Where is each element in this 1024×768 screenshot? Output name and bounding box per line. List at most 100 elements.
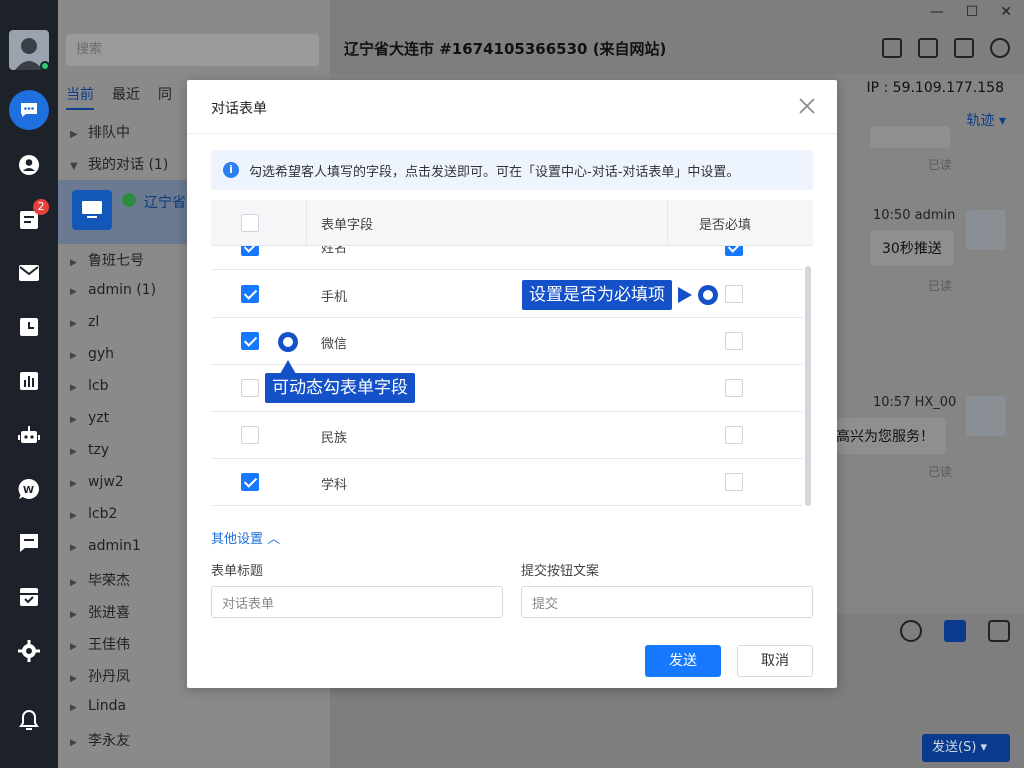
edit-icon[interactable] [918,38,938,58]
lightbulb-icon[interactable] [944,620,966,642]
required-checkbox[interactable] [725,426,743,444]
field-checkbox[interactable] [241,332,259,350]
nav-messages[interactable] [9,523,49,563]
nav-contacts[interactable] [9,145,49,185]
send-message-button[interactable]: 发送(S) ▾ [922,734,1010,762]
field-checkbox[interactable] [241,285,259,303]
w-chat-icon: W [18,478,39,499]
list-item[interactable]: ▶ 王佳伟 [70,634,130,654]
close-icon [799,98,815,114]
chevron-right-icon: ▶ [70,511,77,521]
nav-tickets[interactable]: 2 [9,199,49,239]
required-checkbox[interactable] [725,332,743,350]
chevron-right-icon: ▶ [70,642,77,652]
annotation-required-tip: 设置是否为必填项 [522,280,672,310]
annotation-marker-field [278,332,298,352]
list-item[interactable]: ▶ admin (1) [70,282,156,298]
nav-chat[interactable] [9,90,49,130]
list-item[interactable]: ▶ gyh [70,346,114,362]
gear-icon [18,640,40,662]
list-item[interactable]: ▶ wjw2 [70,474,124,490]
send-button[interactable]: 发送 [645,645,721,677]
checklist-icon [20,588,38,606]
annotation-marker-required [698,285,718,305]
other-settings-toggle[interactable]: 其他设置 ︿ [211,528,280,547]
cancel-button[interactable]: 取消 [737,645,813,677]
list-item[interactable]: ▶ lcb2 [70,506,117,522]
form-title-input[interactable] [211,586,503,618]
new-ticket-icon[interactable] [882,38,902,58]
nav-settings[interactable] [9,631,49,671]
message-bubble: 30秒推送 [870,230,954,266]
list-item[interactable]: ▶ admin1 [70,538,141,554]
required-checkbox[interactable] [725,379,743,397]
close-dialog-button[interactable] [797,96,817,116]
field-checkbox[interactable] [241,473,259,491]
list-item[interactable]: ▶ 鲁班七号 [70,250,144,270]
group-my-conversations[interactable]: ▼ 我的对话 (1) [70,154,168,174]
nav-mail[interactable] [9,253,49,293]
required-checkbox[interactable] [725,246,743,256]
list-item[interactable]: ▶ tzy [70,442,109,458]
read-status: 已读 [928,465,953,479]
field-checkbox[interactable] [241,246,259,256]
group-queue[interactable]: ▶ 排队中 [70,122,130,142]
message-meta: 10:50 admin [873,208,956,223]
message-icon [20,534,38,552]
field-checkbox[interactable] [241,379,259,397]
field-label: 手机 [321,290,348,305]
table-row: 姓名 [211,246,803,270]
close-icon[interactable]: ✕ [1000,4,1012,20]
clock-icon [20,318,38,336]
field-checkbox[interactable] [241,426,259,444]
info-banner: i 勾选希望客人填写的字段，点击发送即可。可在「设置中心-对话-对话表单」中设置… [211,150,813,190]
submit-text-input[interactable] [521,586,813,618]
bell-icon [19,709,39,730]
list-item[interactable]: ▶ yzt [70,410,109,426]
table-scrollbar[interactable] [805,266,811,506]
nav-history[interactable] [9,307,49,347]
agent-avatar [966,210,1006,250]
transfer-icon[interactable] [954,38,974,58]
emoji-icon[interactable] [900,620,922,642]
column-header-field: 表单字段 [321,218,374,233]
nav-robot[interactable] [9,415,49,455]
chevron-right-icon: ▶ [70,129,78,140]
form-title-label: 表单标题 [211,564,264,579]
dialog-title: 对话表单 [211,101,267,117]
user-avatar[interactable] [9,30,49,70]
maximize-icon[interactable]: ☐ [966,4,979,20]
chevron-right-icon: ▶ [70,479,77,489]
chevron-right-icon: ▶ [70,383,77,393]
list-item[interactable]: ▶ zl [70,314,99,330]
tab-colleague[interactable]: 同 [158,84,172,110]
required-checkbox[interactable] [725,473,743,491]
nav-notifications[interactable] [9,700,49,740]
search-input[interactable]: 搜索 [66,34,319,66]
list-item[interactable]: ▶ 毕荣杰 [70,570,130,590]
robot-icon[interactable] [988,620,1010,642]
table-row: 微信 [211,318,803,365]
minimize-icon[interactable]: — [930,4,944,20]
list-item[interactable]: ▶ Linda [70,698,126,714]
chevron-right-icon: ▶ [70,703,77,713]
user-circle-icon [19,155,39,175]
required-checkbox[interactable] [725,285,743,303]
power-icon[interactable] [990,38,1010,58]
list-item[interactable]: ▶ lcb [70,378,108,394]
list-item[interactable]: ▶ 李永友 [70,730,130,750]
list-item[interactable]: ▶ 张进喜 [70,602,130,622]
tab-current[interactable]: 当前 [66,84,94,110]
nav-stats[interactable] [9,361,49,401]
tab-recent[interactable]: 最近 [112,84,140,110]
field-label: 民族 [321,431,348,446]
track-dropdown[interactable]: 轨迹 ▾ [967,110,1006,130]
list-item[interactable]: ▶ 孙丹凤 [70,666,130,686]
form-fields-table: 表单字段 是否必填 姓名 手机 微信 民族 学科 [211,200,813,508]
web-visitor-icon [72,190,112,230]
nav-tasks[interactable] [9,577,49,617]
nav-wechat[interactable]: W [9,469,49,509]
field-label: 微信 [321,337,348,352]
select-all-checkbox[interactable] [241,214,259,232]
read-status: 已读 [928,158,953,172]
